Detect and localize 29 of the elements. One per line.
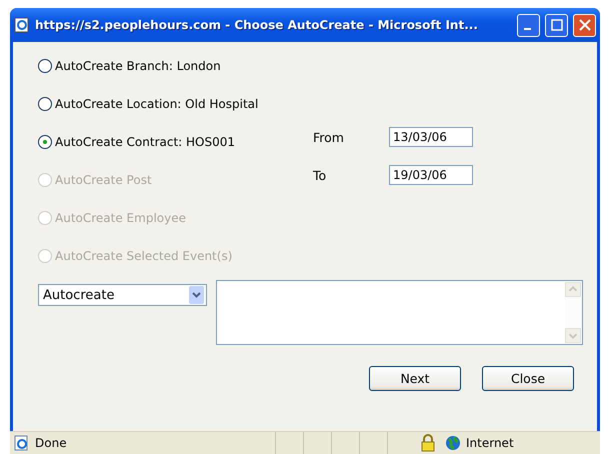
minimize-icon <box>524 28 530 30</box>
zone-text: Internet <box>466 436 514 450</box>
dialog-button[interactable]: Next <box>369 366 461 391</box>
radio-button[interactable] <box>38 135 52 149</box>
option-label: AutoCreate Location: Old Hospital <box>55 97 258 111</box>
date-label: From <box>313 130 345 145</box>
dialog-button[interactable]: Close <box>482 366 574 391</box>
radio-button[interactable] <box>38 59 52 73</box>
option-label: AutoCreate Branch: London <box>55 59 221 73</box>
minimize-button[interactable] <box>517 14 540 36</box>
window-title: https://s2.peoplehours.com - Choose AutoCreate - Microsoft Int... <box>35 18 479 32</box>
close-button[interactable] <box>573 14 596 36</box>
option-label: AutoCreate Selected Event(s) <box>55 249 232 263</box>
option-label: AutoCreate Post <box>55 173 152 187</box>
globe-icon <box>445 435 461 451</box>
maximize-button[interactable] <box>545 14 568 36</box>
option-label: AutoCreate Employee <box>55 211 186 225</box>
status-text: Done <box>35 436 68 450</box>
radio-button[interactable] <box>38 97 52 111</box>
autocreate-dropdown[interactable]: Autocreate <box>38 284 207 306</box>
close-icon <box>578 19 590 31</box>
maximize-icon <box>550 19 562 31</box>
caret-icon <box>189 286 204 304</box>
date-field[interactable]: 13/03/06 <box>389 127 473 147</box>
date-field[interactable]: 19/03/06 <box>389 165 473 185</box>
lock-icon <box>421 434 435 452</box>
date-label: To <box>313 168 328 183</box>
option-label: AutoCreate Contract: HOS001 <box>55 135 236 149</box>
browser-icon <box>14 17 30 33</box>
